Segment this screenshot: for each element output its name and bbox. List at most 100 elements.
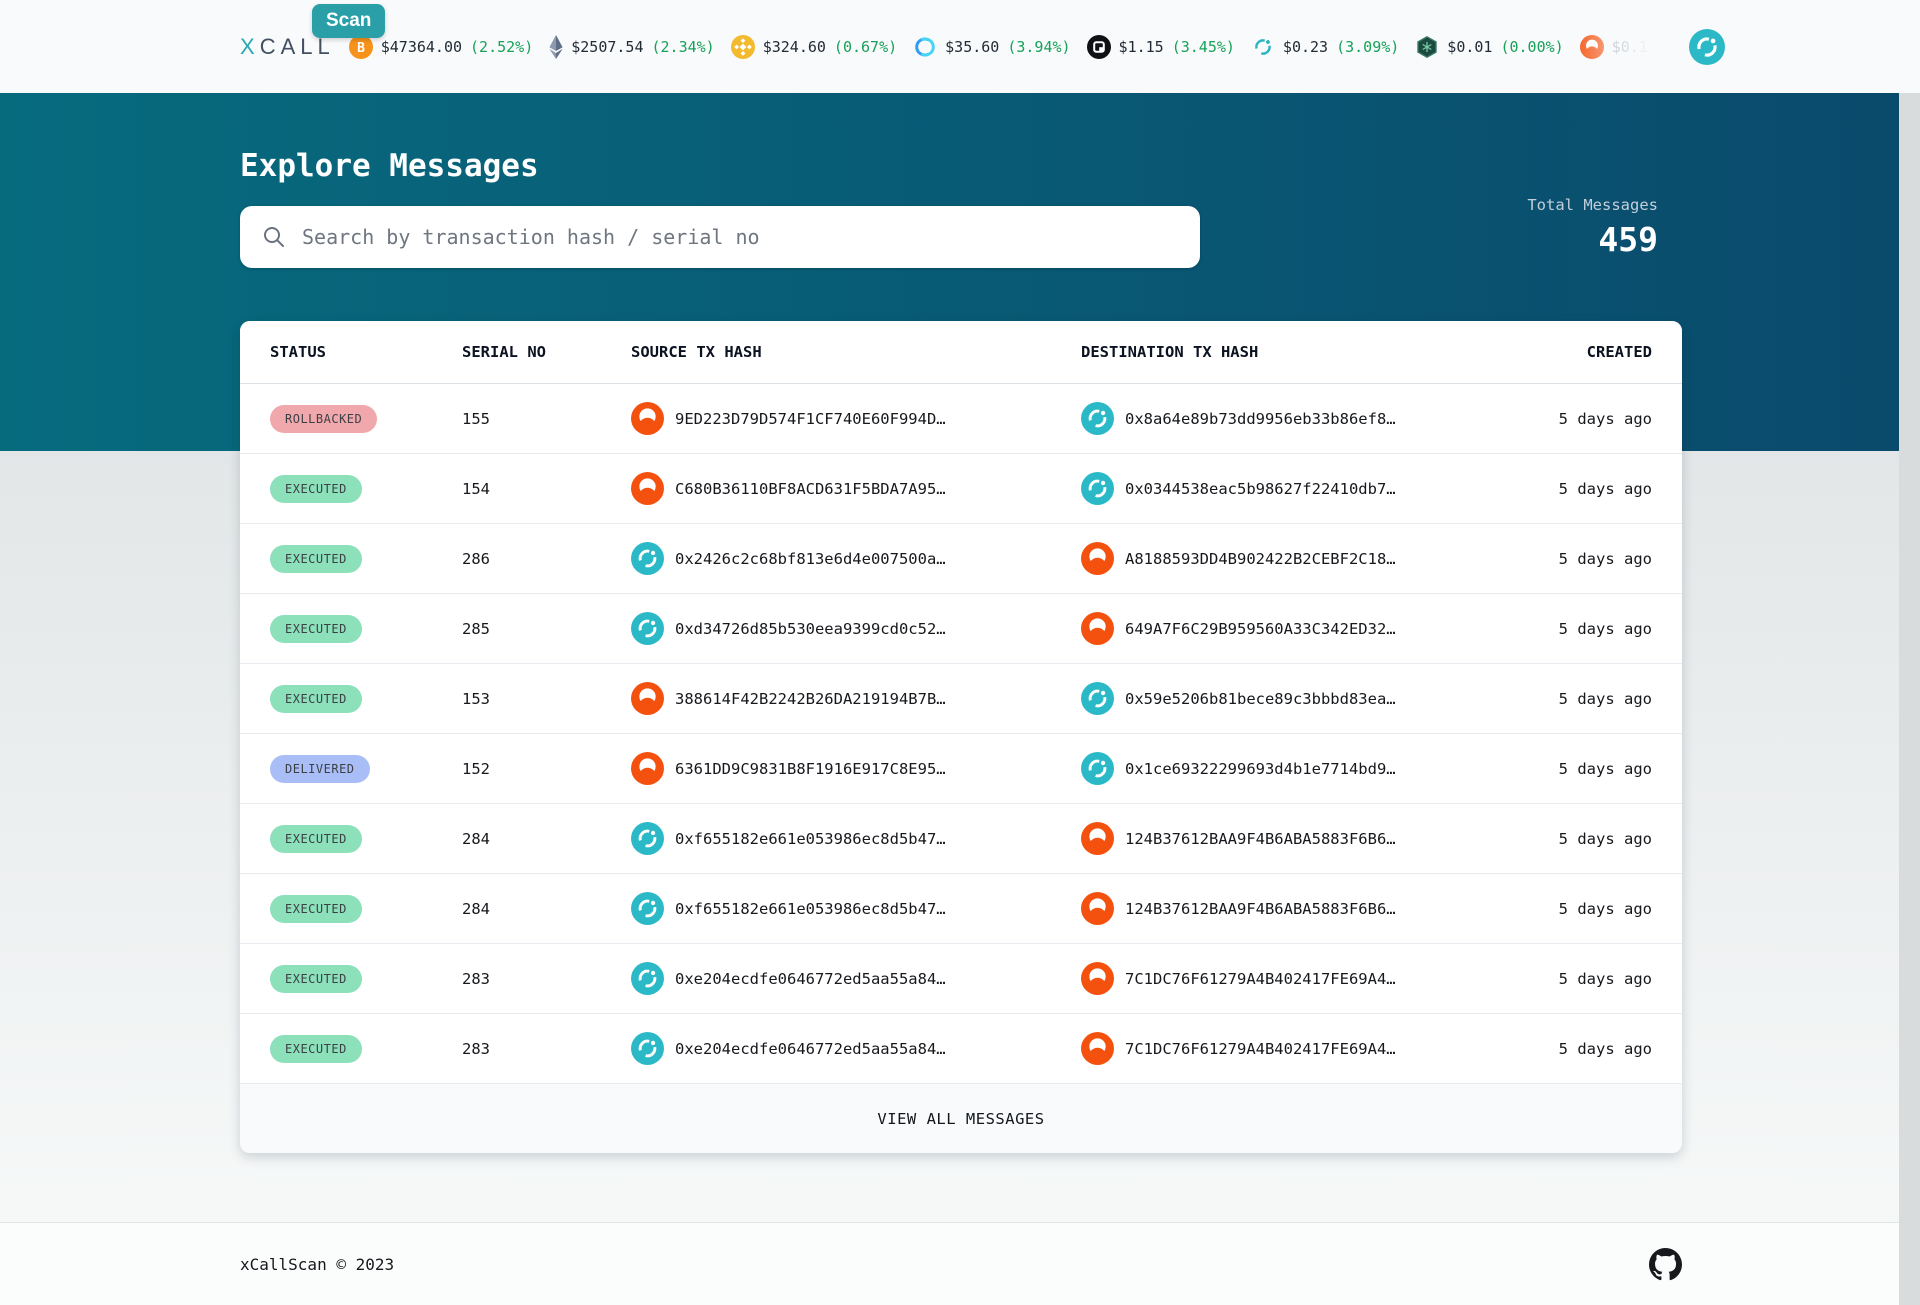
havah-chain-icon [1081,822,1114,855]
copyright: xCallScan © 2023 [240,1255,394,1274]
created-time: 5 days ago [1531,550,1652,568]
table-row: EXECUTED2840xf655182e661e053986ec8d5b47…… [240,874,1682,944]
token-change: (0.67%) [834,38,897,56]
token-change: (2.52%) [470,38,533,56]
column-source-tx-hash: SOURCE TX HASH [631,343,1081,361]
table-row: EXECUTED 154 C680B36110BF8ACD631F5BDA7A95…… [240,454,1682,524]
search-icon [262,225,286,249]
havah-icon [1580,35,1604,59]
serial-no: 285 [462,620,631,638]
scrollbar-track[interactable] [1899,93,1920,1305]
token-change: (2.34%) [651,38,714,56]
created-time: 5 days ago [1531,830,1652,848]
source-tx-hash[interactable]: 0xd34726d85b530eea9399cd0c52… [675,620,946,638]
icon-network-button[interactable] [1689,29,1725,65]
destination-tx-hash[interactable]: 7C1DC76F61279A4B402417FE69A4… [1125,1040,1396,1058]
column-destination-tx-hash: DESTINATION TX HASH [1081,343,1531,361]
serial-no: 154 [462,480,631,498]
havah-chain-icon [1081,612,1114,645]
table-row: EXECUTED2840xf655182e661e053986ec8d5b47…… [240,804,1682,874]
brand-logo[interactable]: XCALL Scan [240,34,335,60]
source-tx-hash[interactable]: 388614F42B2242B26DA219194B7B… [675,690,946,708]
destination-tx-hash[interactable]: 0x1ce69322299693d4b1e7714bd9… [1125,760,1396,778]
source-tx-hash[interactable]: 9ED223D79D574F1CF740E60F994D… [675,410,946,428]
serial-no: 152 [462,760,631,778]
btc-icon: B [349,35,373,59]
scan-badge: Scan [312,4,385,38]
source-tx-hash[interactable]: 0xf655182e661e053986ec8d5b47… [675,900,946,918]
status-badge: EXECUTED [270,475,362,503]
created-time: 5 days ago [1531,410,1652,428]
total-messages-value: 459 [1527,220,1658,259]
icon-chain-icon [631,612,664,645]
icon-chain-icon [631,822,664,855]
token-price: $0.17 [1612,38,1657,56]
created-time: 5 days ago [1531,690,1652,708]
page-title: Explore Messages [240,148,1682,184]
github-link[interactable] [1649,1248,1682,1281]
icon-chain-icon [631,962,664,995]
table-row: ROLLBACKED1559ED223D79D574F1CF740E60F994… [240,384,1682,454]
token-price: $0.01 [1447,38,1492,56]
source-tx-hash[interactable]: 0xf655182e661e053986ec8d5b47… [675,830,946,848]
icon-chain-icon [1081,472,1114,505]
havah-chain-icon [631,472,664,505]
status-badge: EXECUTED [270,965,362,993]
destination-tx-hash[interactable]: 0x0344538eac5b98627f22410db7… [1125,480,1396,498]
column-created: CREATED [1531,343,1652,361]
icon-chain-icon [631,1032,664,1065]
column-serial-no: SERIAL NO [462,343,631,361]
view-all-messages-link[interactable]: VIEW ALL MESSAGES [240,1084,1682,1153]
destination-tx-hash[interactable]: 0x59e5206b81bece89c3bbbd83ea… [1125,690,1396,708]
ticker-item-icx: $0.23(3.09%) [1251,35,1399,59]
destination-tx-hash[interactable]: 649A7F6C29B959560A33C342ED32… [1125,620,1396,638]
token-change: (-1.54%) [1665,38,1689,56]
destination-tx-hash[interactable]: 124B37612BAA9F4B6ABA5883F6B6… [1125,830,1396,848]
havah-chain-icon [631,682,664,715]
serial-no: 286 [462,550,631,568]
total-messages: Total Messages 459 [1527,196,1658,259]
table-row: DELIVERED 152 6361DD9C9831B8F1916E917C8E95… [240,734,1682,804]
eth-icon [549,35,563,59]
havah-chain-icon [1081,962,1114,995]
ticker-item-eth: $2507.54(2.34%) [549,35,714,59]
search-box [240,206,1200,268]
destination-tx-hash[interactable]: 124B37612BAA9F4B6ABA5883F6B6… [1125,900,1396,918]
token-change: (3.94%) [1007,38,1070,56]
page-footer: xCallScan © 2023 [0,1222,1920,1305]
ticker-item-blacktok: $1.15(3.45%) [1087,35,1235,59]
source-tx-hash[interactable]: 0xe204ecdfe0646772ed5aa55a84… [675,970,946,988]
destination-tx-hash[interactable]: A8188593DD4B902422B2CEBF2C18… [1125,550,1396,568]
created-time: 5 days ago [1531,970,1652,988]
havah-chain-icon [1081,1032,1114,1065]
havah-chain-icon [631,752,664,785]
price-ticker: B$47364.00(2.52%)$2507.54(2.34%)$324.60(… [349,0,1689,93]
status-badge: EXECUTED [270,825,362,853]
source-tx-hash[interactable]: C680B36110BF8ACD631F5BDA7A95… [675,480,946,498]
source-tx-hash[interactable]: 0xe204ecdfe0646772ed5aa55a84… [675,1040,946,1058]
black-token-icon [1087,35,1111,59]
column-status: STATUS [270,343,462,361]
serial-no: 153 [462,690,631,708]
destination-tx-hash[interactable]: 7C1DC76F61279A4B402417FE69A4… [1125,970,1396,988]
table-row: EXECUTED2830xe204ecdfe0646772ed5aa55a84…… [240,1014,1682,1084]
navbar: XCALL Scan B$47364.00(2.52%)$2507.54(2.3… [0,0,1920,93]
source-tx-hash[interactable]: 0x2426c2c68bf813e6d4e007500a… [675,550,946,568]
destination-tx-hash[interactable]: 0x8a64e89b73dd9956eb33b86ef8… [1125,410,1396,428]
status-badge: EXECUTED [270,685,362,713]
token-change: (0.00%) [1500,38,1563,56]
created-time: 5 days ago [1531,760,1652,778]
table-row: EXECUTED 153 388614F42B2242B26DA219194B7B…… [240,664,1682,734]
ticker-item-wave: $35.60(3.94%) [913,35,1070,59]
messages-table: STATUS SERIAL NO SOURCE TX HASH DESTINAT… [240,321,1682,1153]
table-header-row: STATUS SERIAL NO SOURCE TX HASH DESTINAT… [240,321,1682,384]
token-change: (3.45%) [1172,38,1235,56]
token-change: (3.09%) [1336,38,1399,56]
source-tx-hash[interactable]: 6361DD9C9831B8F1916E917C8E95… [675,760,946,778]
search-input[interactable] [300,224,1186,250]
total-messages-label: Total Messages [1527,196,1658,214]
havah-chain-icon [1081,892,1114,925]
ticker-item-hextok: $0.01 (0.00%) [1415,35,1563,59]
hexagon-token-icon [1415,35,1439,59]
status-badge: DELIVERED [270,755,370,783]
